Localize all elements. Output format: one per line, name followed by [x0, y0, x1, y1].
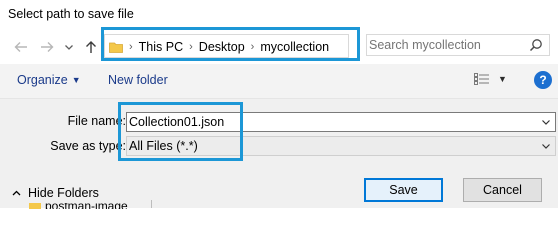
details-view-icon — [474, 73, 489, 85]
breadcrumb-this-pc[interactable]: This PC — [139, 40, 183, 54]
folder-tree-item-label: postman-image — [45, 203, 128, 209]
breadcrumb-desktop[interactable]: Desktop — [199, 40, 245, 54]
search-box[interactable] — [366, 34, 550, 56]
file-name-input[interactable] — [129, 114, 529, 130]
hide-folders-label: Hide Folders — [28, 186, 99, 200]
up-arrow-icon — [86, 41, 96, 53]
chevron-down-icon — [542, 143, 550, 149]
organize-menu-button[interactable]: Organize ▼ — [17, 73, 81, 87]
chevron-down-icon — [542, 119, 550, 125]
file-name-field[interactable] — [126, 112, 556, 132]
recent-locations-button[interactable] — [62, 39, 76, 55]
file-name-dropdown-button[interactable] — [539, 115, 553, 129]
help-button[interactable]: ? — [534, 71, 552, 89]
new-folder-button[interactable]: New folder — [108, 73, 168, 87]
save-as-type-label: Save as type: — [50, 139, 126, 153]
window-title: Select path to save file — [8, 7, 134, 21]
address-bar[interactable]: › This PC › Desktop › mycollection — [104, 34, 349, 58]
forward-button[interactable] — [40, 39, 54, 55]
folder-tree-scrollbar[interactable] — [151, 200, 152, 208]
hide-folders-button[interactable]: Hide Folders — [12, 186, 99, 200]
search-input[interactable] — [367, 35, 529, 55]
breadcrumb-separator-icon: › — [250, 41, 255, 53]
save-file-dialog: Select path to save file › This PC › Des… — [0, 0, 558, 209]
save-button[interactable]: Save — [364, 178, 443, 202]
caret-down-icon[interactable]: ▼ — [498, 74, 507, 84]
cancel-button[interactable]: Cancel — [463, 178, 542, 202]
command-toolbar: Organize ▼ New folder ▼ ? — [0, 64, 558, 99]
save-as-type-dropdown-button[interactable] — [539, 139, 553, 153]
organize-label: Organize — [17, 73, 68, 87]
chevron-down-icon — [65, 45, 73, 50]
breadcrumb: › This PC › Desktop › mycollection — [109, 38, 329, 56]
save-as-type-select[interactable]: All Files (*.*) — [126, 136, 556, 156]
forward-arrow-icon — [41, 42, 54, 52]
save-as-type-value: All Files (*.*) — [129, 139, 198, 153]
caret-down-icon: ▼ — [71, 75, 81, 85]
chevron-up-icon — [12, 190, 21, 196]
breadcrumb-separator-icon: › — [189, 41, 193, 53]
back-arrow-icon — [14, 42, 27, 52]
new-folder-label: New folder — [108, 73, 168, 87]
back-button[interactable] — [14, 39, 28, 55]
change-view-button[interactable]: ▼ — [474, 73, 507, 85]
file-name-label: File name: — [67, 114, 126, 128]
help-icon: ? — [539, 73, 547, 87]
folder-tree-item[interactable]: postman-image — [29, 203, 128, 209]
folder-icon — [29, 203, 41, 209]
breadcrumb-separator-icon: › — [129, 41, 133, 53]
up-button[interactable] — [84, 39, 98, 55]
breadcrumb-mycollection[interactable]: mycollection — [260, 40, 329, 54]
title-bar: Select path to save file — [0, 0, 558, 30]
search-icon — [529, 39, 542, 52]
folder-icon — [109, 42, 123, 53]
